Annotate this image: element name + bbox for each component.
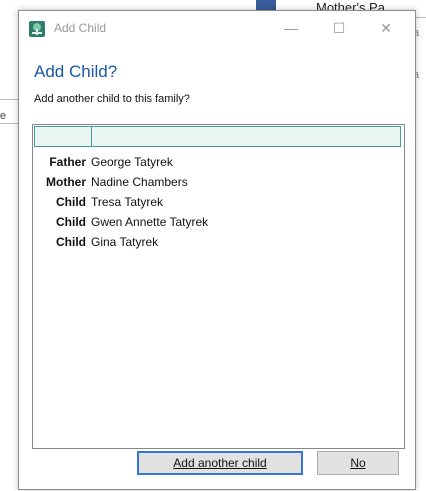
- header-column-divider[interactable]: [91, 127, 92, 146]
- member-role: Father: [49, 155, 86, 169]
- member-role: Child: [56, 215, 86, 229]
- member-name: Gina Tatyrek: [91, 235, 159, 249]
- member-role: Child: [56, 195, 86, 209]
- no-label: No: [350, 456, 366, 470]
- maximize-button[interactable]: ☐: [317, 15, 361, 41]
- title-bar[interactable]: Add Child — ☐ ✕: [19, 11, 415, 43]
- dialog-message: Add another child to this family?: [34, 93, 190, 105]
- list-item[interactable]: Mother Nadine Chambers: [33, 172, 403, 192]
- dialog-heading: Add Child?: [34, 62, 118, 81]
- background-divider: [0, 123, 20, 124]
- member-name: Gwen Annette Tatyrek: [91, 215, 209, 229]
- minimize-button[interactable]: —: [269, 15, 313, 41]
- member-role: Mother: [46, 175, 86, 189]
- family-tree-app-icon: [29, 21, 45, 37]
- window-title: Add Child: [54, 21, 107, 35]
- member-name: Tresa Tatyrek: [91, 195, 164, 209]
- member-name: Nadine Chambers: [91, 175, 188, 189]
- close-button[interactable]: ✕: [364, 15, 408, 41]
- add-another-child-label: Add another child: [173, 456, 267, 470]
- add-child-dialog: Add Child — ☐ ✕ Add Child? Add another c…: [18, 10, 416, 490]
- member-name: George Tatyrek: [91, 155, 173, 169]
- family-members-list[interactable]: Father George Tatyrek Mother Nadine Cham…: [32, 124, 405, 449]
- add-another-child-button[interactable]: Add another child: [137, 451, 303, 475]
- background-divider: [0, 99, 20, 100]
- list-item[interactable]: Child Tresa Tatyrek: [33, 192, 403, 212]
- list-item[interactable]: Father George Tatyrek: [33, 152, 403, 172]
- list-rows: Father George Tatyrek Mother Nadine Cham…: [33, 152, 403, 252]
- list-item[interactable]: Child Gwen Annette Tatyrek: [33, 212, 403, 232]
- background-logo-icon: [256, 0, 276, 10]
- member-role: Child: [56, 235, 86, 249]
- list-header: [34, 126, 401, 147]
- list-item[interactable]: Child Gina Tatyrek: [33, 232, 403, 252]
- background-text-fragment: e: [0, 110, 7, 122]
- no-button[interactable]: No: [317, 451, 399, 475]
